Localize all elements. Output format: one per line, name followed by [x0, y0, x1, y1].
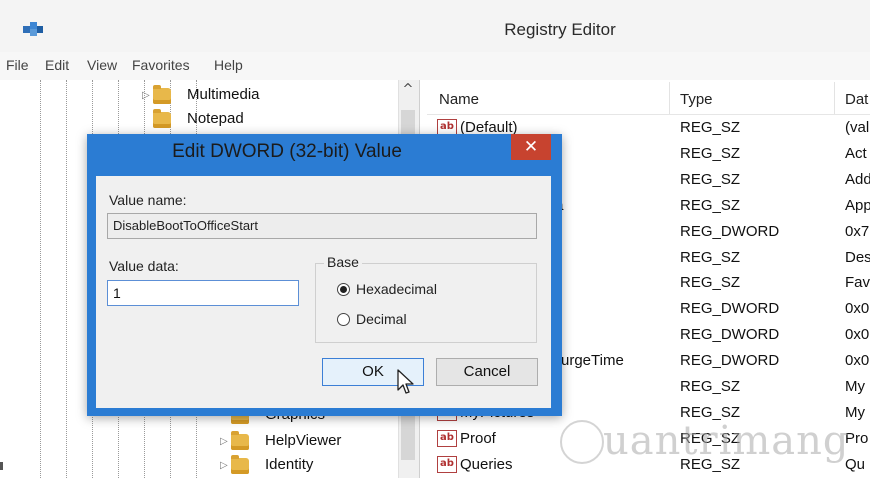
column-header-name[interactable]: Name [439, 91, 479, 108]
column-header-type[interactable]: Type [680, 91, 713, 108]
close-icon[interactable]: ✕ [511, 134, 551, 160]
value-data-cell: App [845, 196, 870, 214]
tree-guide-line [66, 80, 67, 478]
tree-item-helpviewer[interactable]: ▷ HelpViewer [220, 431, 390, 454]
value-data-cell: 0x0 [845, 352, 870, 370]
value-data-cell: 0x7 [845, 222, 870, 240]
cancel-button[interactable]: Cancel [436, 358, 538, 386]
dialog-title: Edit DWORD (32-bit) Value [172, 141, 402, 162]
tree-item-multimedia[interactable]: ▷ Multimedia [142, 85, 392, 108]
decimal-label[interactable]: Decimal [356, 311, 407, 327]
tree-item-label: Multimedia [187, 86, 260, 103]
expand-icon[interactable]: ▷ [220, 436, 228, 447]
column-divider[interactable] [669, 82, 670, 114]
tree-guide-line [40, 80, 41, 478]
value-data-cell: 0x0 [845, 300, 870, 318]
tree-item-label: HelpViewer [265, 432, 342, 449]
folder-icon [231, 455, 249, 474]
value-data-cell: (val [845, 119, 870, 136]
value-data-input[interactable]: 1 [107, 280, 299, 306]
tree-item-label: Notepad [187, 110, 244, 127]
folder-icon [231, 431, 249, 450]
value-type-cell: REG_DWORD [680, 326, 780, 344]
menu-edit[interactable]: Edit [45, 57, 69, 73]
menu-favorites[interactable]: Favorites [132, 57, 190, 73]
expand-icon[interactable]: ▷ [142, 90, 150, 101]
value-type-cell: REG_DWORD [680, 300, 780, 318]
window-edge [0, 462, 3, 470]
scroll-up-arrow-icon[interactable]: ^ [398, 82, 418, 100]
hexadecimal-radio[interactable] [337, 283, 350, 296]
mouse-cursor-icon [397, 369, 414, 394]
value-type-cell: REG_SZ [680, 248, 741, 266]
menu-view[interactable]: View [87, 57, 117, 73]
tree-item-label: Identity [265, 456, 314, 473]
string-value-icon: ab [437, 429, 457, 447]
value-type-cell: REG_DWORD [680, 352, 780, 370]
folder-icon [153, 85, 171, 104]
menu-file[interactable]: File [6, 57, 29, 73]
menu-help[interactable]: Help [214, 57, 243, 73]
value-data-label: Value data: [109, 258, 179, 274]
window-title: Registry Editor [504, 20, 616, 39]
value-name-label: Value name: [109, 192, 187, 208]
decimal-radio[interactable] [337, 313, 350, 326]
watermark: uantrimang [603, 418, 850, 464]
values-header: Name Type Dat [427, 82, 870, 115]
expand-icon[interactable]: ▷ [220, 460, 228, 471]
string-value-icon: ab [437, 455, 457, 473]
value-type-cell: REG_DWORD [680, 222, 780, 240]
value-type-cell: REG_SZ [680, 196, 741, 214]
hexadecimal-label[interactable]: Hexadecimal [356, 281, 437, 297]
column-divider[interactable] [834, 82, 835, 114]
value-data-cell: Fav [845, 274, 870, 292]
value-type-cell: REG_SZ [680, 144, 741, 162]
value-type-cell: REG_SZ [680, 170, 741, 188]
base-group-label: Base [324, 254, 362, 270]
tree-item-identity[interactable]: ▷ Identity [220, 455, 390, 478]
base-group [315, 263, 537, 343]
column-header-data[interactable]: Dat [845, 91, 868, 108]
value-type-cell: REG_SZ [680, 378, 741, 395]
value-type-cell: REG_SZ [680, 119, 741, 136]
value-data-cell: Add [845, 170, 870, 188]
value-name-field: DisableBootToOfficeStart [107, 213, 537, 239]
value-data-cell: 0x0 [845, 326, 870, 344]
tree-item-notepad[interactable]: Notepad [142, 109, 392, 132]
value-data-cell: My [845, 378, 865, 395]
value-data-cell: Des [845, 248, 870, 266]
value-type-cell: REG_SZ [680, 274, 741, 292]
folder-icon [153, 109, 171, 128]
menu-bar: File Edit View Favorites Help [0, 52, 870, 80]
value-data-cell: Act [845, 144, 867, 162]
